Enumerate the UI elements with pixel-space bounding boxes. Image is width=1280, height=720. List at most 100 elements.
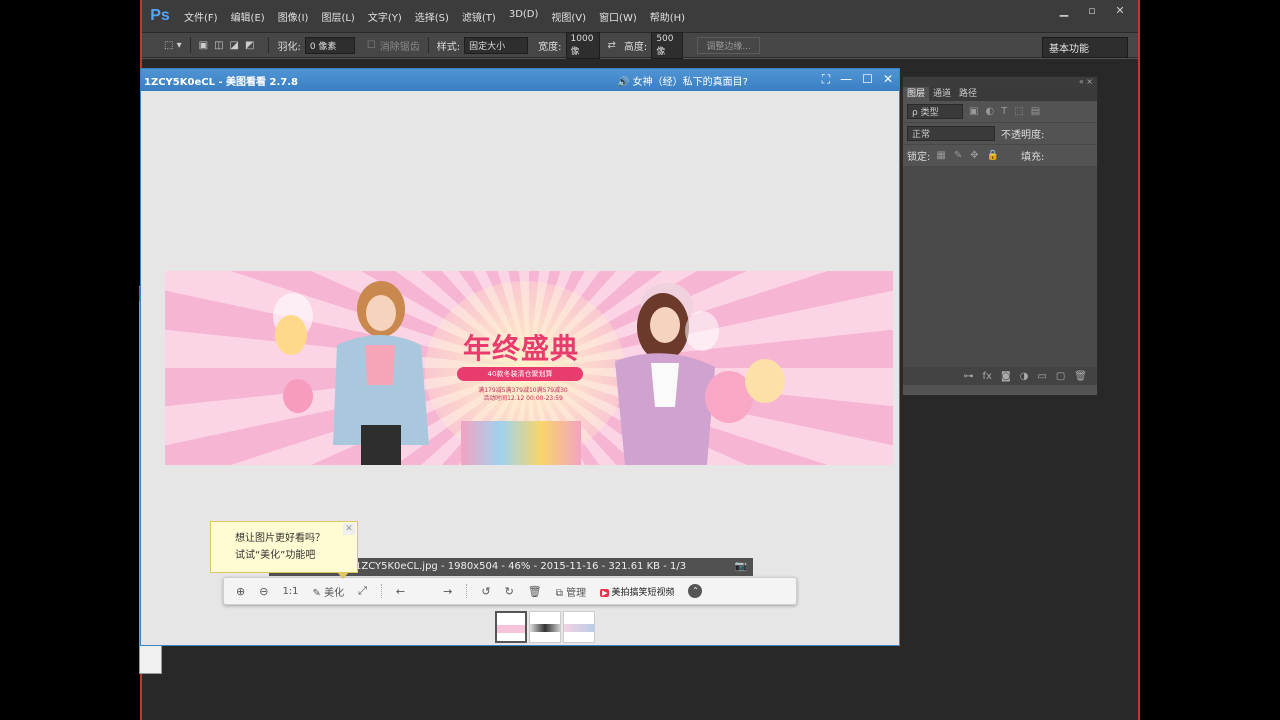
beautify-tooltip: 想让图片更好看吗？ 试试“美化”功能吧 ✕: [210, 521, 358, 579]
divider: [427, 37, 429, 53]
camera-icon[interactable]: 📷: [735, 558, 747, 576]
rotate-left-icon[interactable]: ↺: [481, 585, 490, 598]
tooltip-line: 想让图片更好看吗？: [235, 533, 325, 544]
close-icon[interactable]: ✕: [1106, 4, 1134, 17]
menu-layer[interactable]: 图层(L): [321, 9, 354, 24]
antialias-checkbox[interactable]: ☐: [367, 40, 376, 51]
layer-filter-icons[interactable]: ▣◐T⬚▤: [969, 106, 1047, 117]
width-input[interactable]: 1000 像: [565, 31, 600, 59]
maximize-icon[interactable]: ▫: [1078, 4, 1106, 17]
balloon-image: [745, 359, 785, 403]
menu-file[interactable]: 文件(F): [184, 9, 218, 24]
menu-3d[interactable]: 3D(D): [509, 9, 539, 24]
zoom-in-icon[interactable]: ⊕: [236, 585, 245, 598]
thumbnail[interactable]: [529, 611, 561, 643]
minimize-icon[interactable]: —: [840, 72, 852, 87]
meipai-link[interactable]: ▶ 美拍搞笑短视频: [600, 585, 674, 598]
layers-panel: « × 图层 通道 路径 ρ 类型 ▣◐T⬚▤ 正常 不透明度: 锁定: ▦✎✥…: [902, 76, 1098, 396]
image-viewer-window: 1ZCY5K0eCL - 美图看看 2.7.8 🔊 女神（经）私下的真面目? ⛶…: [140, 68, 900, 646]
mask-icon[interactable]: ◙: [1001, 371, 1011, 382]
next-icon[interactable]: →: [443, 585, 452, 598]
tab-paths[interactable]: 路径: [955, 87, 981, 101]
fit-screen-icon[interactable]: ⤢: [358, 584, 367, 598]
meipai-logo-icon: ▶: [600, 588, 610, 597]
height-input[interactable]: 500 像: [651, 31, 684, 59]
image-info-text: 1ZCY5K0eCL.jpg - 1980x504 - 46% - 2015-1…: [355, 561, 687, 572]
zoom-out-icon[interactable]: ⊖: [259, 585, 268, 598]
marquee-tool-icon[interactable]: ⬚ ▾: [164, 40, 182, 51]
photoshop-logo: Ps: [150, 7, 170, 24]
menu-filter[interactable]: 滤镜(T): [462, 9, 496, 24]
thumbnail-image: [530, 624, 560, 632]
gift-boxes-image: [461, 421, 581, 465]
menu-help[interactable]: 帮助(H): [650, 9, 685, 24]
banner-subline: 40款冬装清仓聚划算: [457, 367, 583, 381]
adjustment-icon[interactable]: ◑: [1020, 371, 1029, 382]
close-icon[interactable]: ✕: [343, 523, 355, 535]
blend-mode-select[interactable]: 正常: [907, 126, 995, 141]
close-icon[interactable]: ✕: [883, 72, 893, 87]
menu-image[interactable]: 图像(I): [278, 9, 309, 24]
beautify-button[interactable]: ✎ 美化: [313, 584, 345, 599]
promo-line: 满179减5满379减10满579减30: [478, 387, 568, 394]
workspace-select[interactable]: 基本功能: [1042, 37, 1128, 58]
model-right-image: [615, 283, 715, 465]
layers-footer: ⊶ fx ◙ ◑ ▭ ▢ 🗑: [903, 367, 1097, 385]
refine-edge-button[interactable]: 调整边缘...: [697, 36, 760, 54]
ad-link[interactable]: 🔊 女神（经）私下的真面目?: [617, 73, 748, 88]
manage-button[interactable]: ⧉ 管理: [556, 584, 586, 599]
menu-edit[interactable]: 编辑(E): [231, 9, 265, 24]
maximize-icon[interactable]: ☐: [862, 72, 873, 87]
feather-input[interactable]: 0 像素: [304, 36, 355, 54]
thumbnail[interactable]: [495, 611, 527, 643]
fx-icon[interactable]: fx: [983, 371, 992, 382]
menu-type[interactable]: 文字(Y): [368, 9, 402, 24]
viewer-toolbar: ⊕ ⊖ 1:1 ✎ 美化 ⤢ ← → ↺ ↻ 🗑 ⧉ 管理 ▶ 美拍搞笑短视频 ⌃: [223, 577, 797, 605]
style-select[interactable]: 固定大小: [464, 36, 529, 54]
tab-channels[interactable]: 通道: [929, 87, 955, 101]
thumbnail-image: [564, 624, 594, 632]
promo-line: 活动时间12.12 00:00-23:59: [483, 395, 563, 402]
previous-icon[interactable]: ←: [396, 585, 405, 598]
lock-row: 锁定: ▦✎✥🔒 填充:: [903, 145, 1097, 167]
thumbnail[interactable]: [563, 611, 595, 643]
selection-mode-icons[interactable]: ▣◫◪◩: [199, 40, 261, 51]
balloon-image: [283, 379, 313, 413]
tooltip-line: 试试“美化”功能吧: [235, 550, 316, 561]
fullscreen-icon[interactable]: ⛶: [822, 72, 830, 87]
banner-image: 年终盛典 40款冬装清仓聚划算 满179减5满379减10满579减30 活动时…: [165, 271, 893, 465]
delete-icon[interactable]: 🗑: [528, 585, 542, 598]
chevron-up-icon[interactable]: ⌃: [688, 584, 703, 598]
model-left-image: [333, 281, 429, 465]
swap-icon[interactable]: ⇄: [608, 40, 616, 51]
panel-collapse-icon[interactable]: « ×: [903, 77, 1097, 87]
menu-window[interactable]: 窗口(W): [599, 9, 637, 24]
style-label: 样式:: [436, 41, 461, 53]
divider: [380, 584, 382, 598]
rotate-right-icon[interactable]: ↻: [505, 585, 514, 598]
new-layer-icon[interactable]: ▢: [1056, 371, 1065, 382]
trash-icon[interactable]: 🗑: [1074, 371, 1087, 382]
thumbnail-image: [497, 625, 525, 633]
desktop: Ps 文件(F) 编辑(E) 图像(I) 图层(L) 文字(Y) 选择(S) 滤…: [0, 0, 1280, 720]
ps-menu: 文件(F) 编辑(E) 图像(I) 图层(L) 文字(Y) 选择(S) 滤镜(T…: [184, 9, 698, 24]
ad-text: 女神（经）私下的真面目?: [632, 77, 748, 88]
menu-view[interactable]: 视图(V): [551, 9, 586, 24]
divider: [189, 37, 191, 53]
layer-kind-select[interactable]: ρ 类型: [907, 104, 963, 119]
ps-options-bar: ⬚ ▾ ▣◫◪◩ 羽化: 0 像素 ☐ 消除锯齿 样式: 固定大小 宽度: 10…: [142, 31, 1138, 59]
folder-icon[interactable]: ▭: [1037, 371, 1046, 382]
tab-layers[interactable]: 图层: [903, 87, 930, 101]
manage-label: 管理: [566, 587, 587, 599]
actual-size-button[interactable]: 1:1: [282, 586, 298, 597]
antialias-label: 消除锯齿: [379, 41, 420, 53]
divider: [268, 37, 270, 53]
viewer-window-controls: ⛶ — ☐ ✕: [822, 72, 893, 87]
opacity-label: 不透明度:: [1001, 130, 1045, 141]
banner-promo: 满179减5满379减10满579减30 活动时间12.12 00:00-23:…: [461, 387, 585, 403]
link-icon[interactable]: ⊶: [964, 371, 974, 382]
lock-icons[interactable]: ▦✎✥🔒: [936, 150, 1007, 161]
menu-select[interactable]: 选择(S): [415, 9, 449, 24]
minimize-icon[interactable]: ▁: [1050, 4, 1078, 17]
balloon-image: [275, 315, 307, 355]
